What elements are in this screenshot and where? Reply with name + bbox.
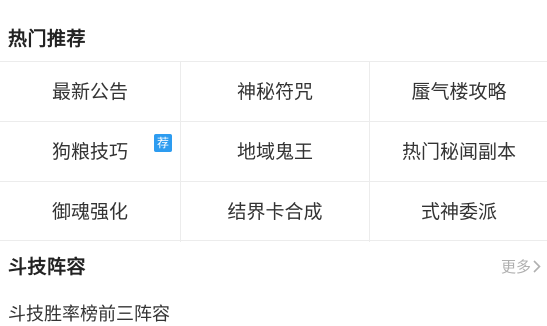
arena-section-title: 斗技阵容 [8, 256, 87, 278]
recommend-badge: 荐 [154, 134, 172, 152]
grid-item-label: 狗粮技巧 [51, 141, 128, 163]
grid-item-latest-announcement[interactable]: 最新公告 [0, 62, 180, 122]
grid-row: 狗粮技巧 荐 地域鬼王 热门秘闻副本 [0, 121, 547, 182]
grid-item-barrier-card[interactable]: 结界卡合成 [180, 182, 369, 242]
grid-item-fodder-tips[interactable]: 狗粮技巧 荐 [0, 122, 180, 182]
grid-item-mystery-charm[interactable]: 神秘符咒 [180, 62, 369, 122]
more-button[interactable]: 更多 [501, 256, 541, 277]
grid-item-shikigami-dispatch[interactable]: 式神委派 [369, 182, 547, 242]
hot-section-title: 热门推荐 [8, 28, 87, 50]
grid-row: 御魂强化 结界卡合成 式神委派 [0, 181, 547, 242]
grid-item-region-boss[interactable]: 地域鬼王 [180, 122, 369, 182]
hot-recommend-grid: 最新公告 神秘符咒 蜃气楼攻略 狗粮技巧 荐 地域鬼王 热门秘闻副本 御魂强化 … [0, 61, 547, 242]
grid-item-mirage-guide[interactable]: 蜃气楼攻略 [369, 62, 547, 122]
more-label: 更多 [500, 258, 531, 276]
grid-row: 最新公告 神秘符咒 蜃气楼攻略 [0, 62, 547, 122]
arena-list-item[interactable]: 斗技胜率榜前三阵容 [8, 300, 170, 326]
grid-item-secret-dungeon[interactable]: 热门秘闻副本 [369, 122, 547, 182]
grid-item-soul-enhance[interactable]: 御魂强化 [0, 182, 180, 242]
chevron-right-icon [533, 260, 541, 273]
